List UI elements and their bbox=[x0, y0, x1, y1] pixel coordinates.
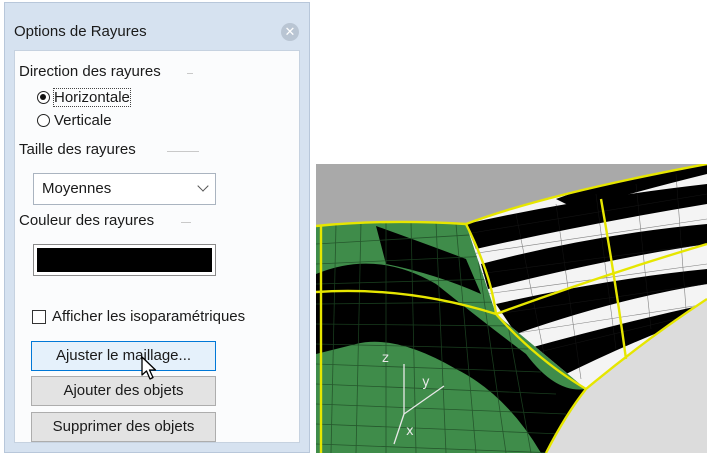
stripe-size-select[interactable]: Moyennes bbox=[33, 173, 216, 205]
direction-divider bbox=[187, 73, 193, 74]
add-objects-button[interactable]: Ajouter des objets bbox=[31, 376, 216, 406]
chevron-down-icon bbox=[197, 180, 209, 192]
radio-vertical-button[interactable] bbox=[37, 114, 50, 127]
mouse-pointer-icon bbox=[141, 356, 157, 380]
zebra-surface-render bbox=[316, 164, 707, 453]
stripe-size-value: Moyennes bbox=[42, 180, 112, 197]
radio-vertical[interactable]: Verticale bbox=[37, 112, 112, 129]
stripe-color-fill bbox=[37, 248, 212, 272]
direction-label: Direction des rayures bbox=[19, 63, 161, 80]
zebra-analysis-viewport[interactable]: z y x bbox=[316, 164, 707, 453]
show-isoparams-label[interactable]: Afficher les isoparamétriques bbox=[52, 308, 245, 325]
axis-z-label: z bbox=[382, 351, 389, 366]
radio-horizontal-button[interactable] bbox=[37, 91, 50, 104]
radio-vertical-label[interactable]: Verticale bbox=[54, 112, 112, 129]
remove-objects-button[interactable]: Supprimer des objets bbox=[31, 412, 216, 442]
size-divider bbox=[167, 151, 199, 152]
panel-body: Direction des rayures Horizontale Vertic… bbox=[14, 50, 300, 443]
radio-horizontal[interactable]: Horizontale bbox=[37, 88, 131, 107]
axis-x-label: x bbox=[406, 424, 414, 439]
size-label: Taille des rayures bbox=[19, 141, 136, 158]
color-label: Couleur des rayures bbox=[19, 212, 155, 229]
stripe-options-panel: Options de Rayures ✕ Direction des rayur… bbox=[4, 2, 310, 453]
radio-horizontal-label[interactable]: Horizontale bbox=[53, 88, 131, 107]
color-divider bbox=[181, 222, 191, 223]
axis-y-label: y bbox=[422, 375, 430, 390]
panel-title: Options de Rayures bbox=[14, 23, 147, 40]
show-isoparams-checkbox-row[interactable]: Afficher les isoparamétriques bbox=[32, 308, 245, 325]
stripe-color-swatch[interactable] bbox=[33, 244, 216, 276]
show-isoparams-checkbox[interactable] bbox=[32, 309, 46, 324]
adjust-mesh-button[interactable]: Ajuster le maillage... bbox=[31, 341, 216, 371]
close-icon[interactable]: ✕ bbox=[281, 23, 299, 41]
